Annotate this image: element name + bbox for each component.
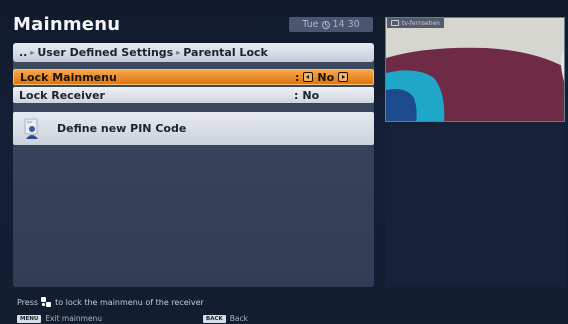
setting-row-lock-mainmenu[interactable]: Lock Mainmenu : No	[13, 69, 374, 85]
datetime-display: Tue 14 30	[289, 17, 373, 32]
tv-preview-window	[385, 17, 565, 122]
person-key-icon	[24, 118, 38, 139]
hint-prefix: Press	[17, 298, 39, 307]
setting-value-selector[interactable]: : No	[294, 89, 319, 102]
day-label: Tue	[302, 19, 319, 30]
clock-icon	[321, 20, 330, 29]
tv-icon	[391, 20, 399, 26]
setting-label: Lock Mainmenu	[20, 70, 117, 84]
colored-keys-icon	[41, 297, 52, 308]
side-info-panel	[385, 125, 565, 287]
setting-value-selector[interactable]: : No	[295, 70, 349, 84]
setting-value: No	[302, 88, 320, 102]
back-key-icon: BACK	[203, 314, 226, 323]
arrow-left-icon[interactable]	[303, 72, 314, 82]
breadcrumb-separator-icon: ▸	[176, 48, 181, 57]
define-pin-button[interactable]: Define new PIN Code	[13, 112, 374, 145]
setting-row-lock-receiver[interactable]: Lock Receiver : No	[13, 87, 374, 103]
hint-suffix: to lock the mainmenu of the receiver	[55, 298, 204, 307]
breadcrumb: .. ▸ User Defined Settings ▸ Parental Lo…	[13, 43, 374, 62]
breadcrumb-item-user-defined-settings[interactable]: User Defined Settings	[37, 46, 173, 59]
key-exit-mainmenu[interactable]: MENU Exit mainmenu	[17, 314, 102, 323]
arrow-right-icon[interactable]	[338, 72, 349, 82]
setting-label: Lock Receiver	[19, 88, 105, 102]
breadcrumb-item-parental-lock[interactable]: Parental Lock	[183, 46, 268, 59]
preview-tag: tv-fernsehen	[387, 18, 444, 28]
setting-value: No	[317, 70, 335, 84]
key-exit-label: Exit mainmenu	[45, 314, 103, 323]
page-title: Mainmenu	[13, 14, 121, 35]
footer-hint: Press to lock the mainmenu of the receiv…	[17, 297, 204, 308]
preview-tag-label: tv-fernsehen	[402, 19, 440, 27]
breadcrumb-dots[interactable]: ..	[19, 46, 27, 59]
menu-key-icon: MENU	[17, 314, 42, 323]
key-back[interactable]: BACK Back	[203, 314, 248, 323]
define-pin-label: Define new PIN Code	[57, 122, 187, 135]
tv-preview-image	[386, 18, 564, 121]
time-label: 14 30	[332, 19, 360, 30]
key-back-label: Back	[229, 314, 248, 323]
breadcrumb-separator-icon: ▸	[30, 48, 35, 57]
